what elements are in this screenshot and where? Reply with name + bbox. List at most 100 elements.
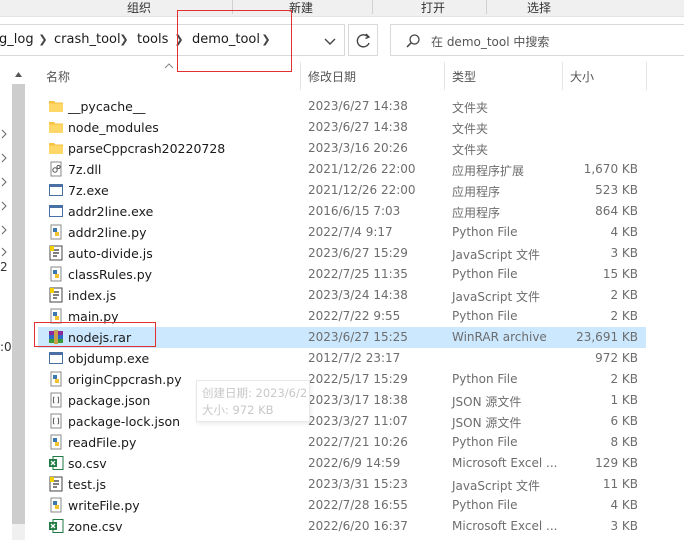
ribbon-select[interactable]: 选择 — [527, 0, 551, 16]
tooltip-line: 大小: 972 KB — [202, 403, 274, 417]
file-name: index.js — [68, 288, 117, 303]
address-bar: g_log ❯ crash_tool ❯ tools ❯ demo_tool ❯… — [0, 24, 684, 56]
python-file-icon — [48, 224, 64, 240]
table-row[interactable]: addr2line.exe 2016/6/15 7:03 应用程序 864 KB — [38, 201, 646, 222]
ribbon-open[interactable]: 打开 — [421, 0, 445, 16]
table-row[interactable]: 7z.exe 2021/12/26 22:00 应用程序 523 KB — [38, 180, 646, 201]
file-name: __pycache__ — [68, 99, 146, 114]
dll-file-icon — [48, 161, 64, 177]
column-header-date[interactable]: 修改日期 — [308, 68, 356, 85]
table-row[interactable]: classRules.py 2022/7/25 11:35 Python File 1… — [38, 264, 646, 285]
search-input[interactable]: 在 demo_tool 中搜索 — [431, 33, 549, 50]
table-row[interactable]: package.json 2023/3/17 18:38 JSON 源文件 1 KB — [38, 390, 646, 411]
table-row[interactable]: package-lock.json 2023/3/27 11:07 JSON 源文件… — [38, 411, 646, 432]
navigation-pane: 2 :0 — [0, 60, 12, 540]
refresh-button[interactable] — [348, 24, 378, 56]
file-type: JSON 源文件 — [452, 395, 522, 409]
chevron-right-icon[interactable]: ❯ — [119, 34, 129, 46]
pin-icon — [1, 225, 7, 235]
table-row[interactable]: addr2line.py 2022/7/4 9:17 Python File 4 KB — [38, 222, 646, 243]
json-file-icon — [48, 392, 64, 408]
breadcrumb[interactable]: g_log ❯ crash_tool ❯ tools ❯ demo_tool ❯ — [0, 24, 345, 56]
table-row[interactable]: auto-divide.js 2023/6/27 15:29 JavaScript … — [38, 243, 646, 264]
file-date: 2023/3/17 18:38 — [308, 393, 408, 407]
folder-icon — [48, 119, 64, 135]
search-box[interactable]: 在 demo_tool 中搜索 — [390, 24, 684, 56]
table-row[interactable]: objdump.exe 2012/7/2 23:17 972 KB — [38, 348, 646, 369]
file-size: 1 KB — [610, 393, 638, 407]
file-date: 2022/6/20 16:37 — [308, 519, 408, 533]
table-row[interactable]: 7z.dll 2021/12/26 22:00 应用程序扩展 1,670 KB — [38, 159, 646, 180]
file-date: 2023/3/24 14:38 — [308, 288, 408, 302]
column-header-type[interactable]: 类型 — [452, 68, 476, 85]
breadcrumb-item[interactable]: crash_tool — [54, 32, 121, 47]
pin-icon — [1, 247, 7, 257]
file-size: 523 KB — [595, 183, 638, 197]
ribbon-organize[interactable]: 组织 — [127, 0, 151, 16]
table-row[interactable]: so.csv 2022/6/9 14:59 Microsoft Excel ... 1… — [38, 453, 646, 474]
table-row[interactable]: zone.csv 2022/6/20 16:37 Microsoft Excel .… — [38, 516, 646, 537]
table-row[interactable]: index.js 2023/3/24 14:38 JavaScript 文件 2 KB — [38, 285, 646, 306]
file-type: JavaScript 文件 — [452, 479, 540, 493]
file-size: 4 KB — [610, 498, 638, 512]
table-row[interactable]: __pycache__ 2023/6/27 14:38 文件夹 — [38, 96, 646, 117]
file-name: readFile.py — [68, 435, 137, 450]
table-row[interactable]: originCppcrash.py 2022/5/17 15:29 Python F… — [38, 369, 646, 390]
file-date: 2022/7/4 9:17 — [308, 225, 393, 239]
column-separator[interactable] — [300, 62, 301, 90]
chevron-right-icon[interactable]: ❯ — [38, 34, 48, 46]
file-type: Python File — [452, 225, 518, 239]
ribbon-new[interactable]: 新建 — [289, 0, 313, 16]
file-date: 2016/6/15 7:03 — [308, 204, 401, 218]
file-type: Python File — [452, 498, 518, 512]
file-size: 1,670 KB — [583, 162, 638, 176]
file-type: JavaScript 文件 — [452, 248, 540, 262]
table-row[interactable]: parseCppcrash20220728 2023/3/16 20:26 文件夹 — [38, 138, 646, 159]
nav-item-fragment[interactable]: 2 — [0, 260, 8, 274]
file-name: writeFile.py — [68, 498, 140, 513]
file-type: 应用程序 — [452, 185, 501, 199]
file-date: 2023/6/27 14:38 — [308, 99, 408, 113]
file-name: classRules.py — [68, 267, 153, 282]
column-separator[interactable] — [646, 62, 647, 90]
table-row[interactable]: readFile.py 2022/7/21 10:26 Python File 8 K… — [38, 432, 646, 453]
column-separator[interactable] — [562, 62, 563, 90]
column-header-name[interactable]: 名称 — [46, 68, 70, 85]
chevron-down-icon[interactable] — [322, 31, 338, 51]
file-size: 2 KB — [610, 288, 638, 302]
file-type: Python File — [452, 372, 518, 386]
nav-scrollbar-thumb[interactable] — [12, 84, 25, 524]
js-file-icon — [48, 287, 64, 303]
file-size: 2 KB — [610, 372, 638, 386]
table-row[interactable]: test.js 2023/3/31 15:23 JavaScript 文件 11 KB — [38, 474, 646, 495]
breadcrumb-item[interactable]: g_log — [0, 32, 34, 47]
column-separator[interactable] — [444, 62, 445, 90]
tooltip: 创建日期: 2023/6/2 大小: 972 KB — [196, 380, 310, 422]
exe-file-icon — [48, 182, 64, 198]
refresh-icon — [356, 33, 371, 48]
breadcrumb-item[interactable]: tools — [137, 32, 168, 47]
tooltip-line: 创建日期: 2023/6/2 — [202, 386, 308, 400]
json-file-icon — [48, 413, 64, 429]
table-row[interactable]: writeFile.py 2022/7/28 16:55 Python File 4 … — [38, 495, 646, 516]
file-name: objdump.exe — [68, 351, 150, 366]
table-row[interactable]: node_modules 2023/6/27 14:38 文件夹 — [38, 117, 646, 138]
file-name: addr2line.exe — [68, 204, 154, 219]
python-file-icon — [48, 434, 64, 450]
csv-file-icon — [48, 518, 64, 534]
scroll-up-icon[interactable] — [14, 70, 23, 78]
ribbon-separator — [372, 0, 373, 14]
file-date: 2022/7/28 16:55 — [308, 498, 408, 512]
file-date: 2022/5/17 15:29 — [308, 372, 408, 386]
file-type: 文件夹 — [452, 122, 489, 136]
exe-file-icon — [48, 350, 64, 366]
file-size: 864 KB — [595, 204, 638, 218]
file-size: 4 KB — [610, 225, 638, 239]
file-type: Python File — [452, 267, 518, 281]
nav-item-fragment[interactable]: :0 — [0, 340, 12, 354]
file-type: 文件夹 — [452, 101, 489, 115]
column-header-size[interactable]: 大小 — [570, 68, 594, 85]
file-name: node_modules — [68, 120, 159, 135]
file-date: 2022/6/9 14:59 — [308, 456, 401, 470]
file-name: addr2line.py — [68, 225, 147, 240]
